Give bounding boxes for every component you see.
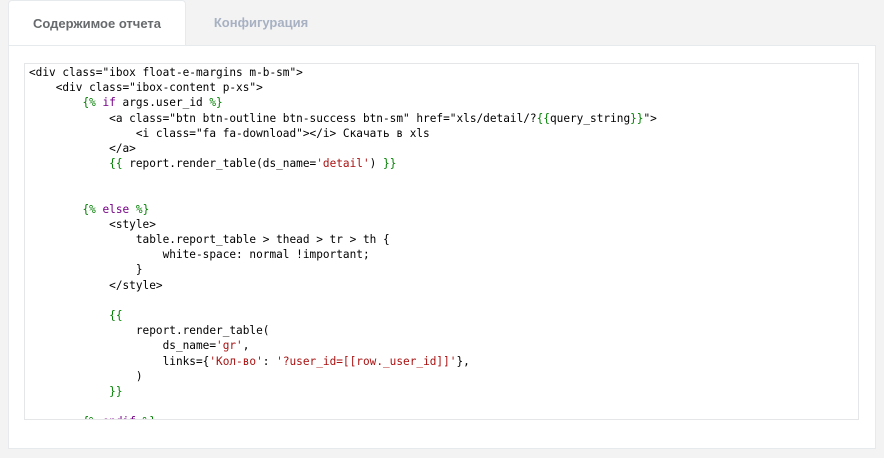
template-tag-token: %} <box>135 202 150 216</box>
template-tag-token: {% <box>82 202 96 216</box>
code-token: <div class="ibox-content p-xs"> <box>29 81 263 95</box>
code-line: {{ report.render_table(ds_name='detail')… <box>29 156 858 171</box>
code-line: report.render_table( <box>29 323 858 338</box>
code-line: links={'Кол-во': '?user_id=[[row._user_i… <box>29 354 858 369</box>
code-token: table.report_table > thead > tr > th { <box>29 233 390 247</box>
template-tag-token: }} <box>109 384 123 398</box>
tab-bar: Содержимое отчета Конфигурация <box>8 0 336 46</box>
code-line: ds_name='gr', <box>29 338 858 353</box>
code-line: {{ <box>29 308 858 323</box>
template-tag-token: {% <box>82 96 96 110</box>
code-line: <style> <box>29 217 858 232</box>
code-line: {% else %} <box>29 202 858 217</box>
code-token: }, <box>456 354 470 368</box>
code-token: report.render_table(ds_name= <box>122 157 317 171</box>
code-line: </style> <box>29 278 858 293</box>
code-token: </a> <box>29 141 136 155</box>
code-token: <i class="fa fa-download"></i> Скачать в… <box>29 126 430 140</box>
code-token: white-space: normal !important; <box>29 248 370 262</box>
code-line: }} <box>29 384 858 399</box>
template-tag-token: {{ <box>109 157 123 171</box>
code-line: <a class="btn btn-outline btn-success bt… <box>29 111 858 126</box>
tab-report-content[interactable]: Содержимое отчета <box>8 0 186 46</box>
tab-configuration[interactable]: Конфигурация <box>186 0 336 46</box>
code-line: <div class="ibox-content p-xs"> <box>29 80 858 95</box>
template-tag-token: %} <box>143 415 156 419</box>
code-token: args.user_id <box>115 96 210 110</box>
code-line: white-space: normal !important; <box>29 247 858 262</box>
code-content: <div class="ibox float-e-margins m-b-sm"… <box>25 64 858 419</box>
code-token: ds_name= <box>29 339 217 353</box>
code-line: {% endif %} <box>29 414 858 419</box>
code-token: <a class="btn btn-outline btn-success bt… <box>29 111 537 125</box>
code-line: <i class="fa fa-download"></i> Скачать в… <box>29 126 858 141</box>
keyword-token: endif <box>102 415 135 419</box>
code-token: , <box>242 339 250 353</box>
code-line: table.report_table > thead > tr > th { <box>29 232 858 247</box>
code-token: report.render_table( <box>29 324 270 338</box>
string-token: 'Кол-во' <box>209 354 263 368</box>
template-tag-token: {{ <box>109 309 123 322</box>
template-tag-token: {{ <box>536 111 550 125</box>
code-line: </a> <box>29 141 858 156</box>
code-line: } <box>29 262 858 277</box>
code-line: ) <box>29 369 858 384</box>
code-token: : <box>262 354 277 368</box>
code-editor[interactable]: <div class="ibox float-e-margins m-b-sm"… <box>24 63 859 420</box>
tab-panel: <div class="ibox float-e-margins m-b-sm"… <box>8 45 876 449</box>
code-token: ) <box>369 157 384 171</box>
template-tag-token: }} <box>383 157 397 171</box>
code-token: "> <box>643 111 657 125</box>
template-tag-token: %} <box>209 96 223 110</box>
keyword-token: else <box>102 202 130 216</box>
code-token: query_string <box>549 111 631 125</box>
code-token: } <box>29 263 143 277</box>
code-line: <div class="ibox float-e-margins m-b-sm"… <box>29 65 858 80</box>
template-tag-token: }} <box>630 111 644 125</box>
string-token: 'gr' <box>216 339 243 353</box>
code-token: <div class="ibox float-e-margins m-b-sm"… <box>29 66 303 79</box>
code-token: ) <box>29 369 143 383</box>
string-token: '?user_id=[[row._user_id]]' <box>276 354 457 368</box>
code-token: </style> <box>29 278 163 292</box>
code-line: {% if args.user_id %} <box>29 95 858 110</box>
string-token: 'detail' <box>316 157 370 171</box>
code-token: <style> <box>29 217 156 231</box>
code-token: links={ <box>29 354 210 368</box>
template-tag-token: {% <box>82 415 95 419</box>
keyword-token: if <box>102 96 116 110</box>
